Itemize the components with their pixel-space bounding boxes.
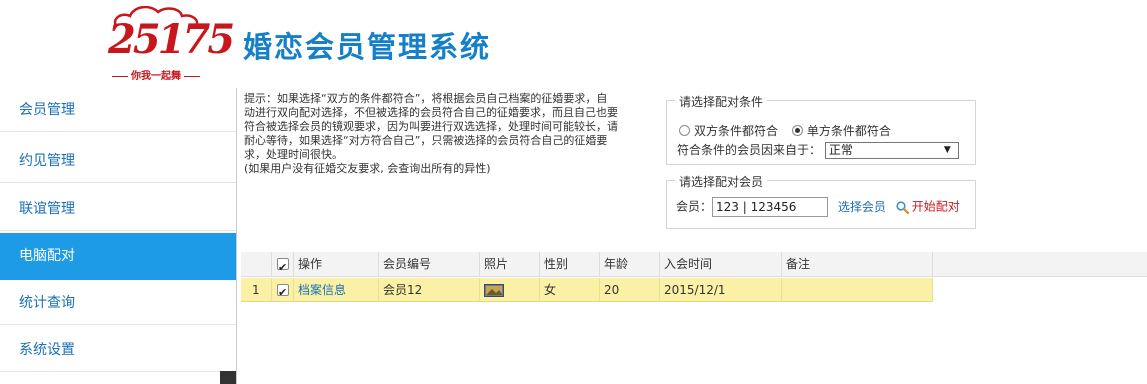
select-member-link[interactable]: 选择会员 [838, 200, 886, 214]
member-label: 会员： [676, 199, 713, 214]
row-index: 1 [252, 283, 260, 297]
row-checkbox[interactable] [277, 281, 289, 305]
member-input[interactable]: 123 | 123456 [712, 197, 829, 217]
member-legend: 请选择配对会员 [675, 173, 768, 190]
sidebar-item-statistics-query[interactable]: 统计查询 [0, 281, 236, 325]
age: 20 [599, 278, 659, 302]
row-action-cell: 档案信息 [293, 278, 378, 302]
source-select-value: 正常 [828, 143, 853, 157]
row-checkbox-cell [271, 278, 293, 305]
search-icon[interactable] [896, 200, 909, 214]
table-header: 操作 会员编号 照片 性别 年龄 入会时间 备注 [241, 252, 1147, 280]
matching-condition-group: 请选择配对条件 双方条件都符合 单方条件都符合 符合条件的会员因来自于： 正常 … [666, 93, 976, 165]
sidebar-item-social-event-management[interactable]: 联谊管理 [0, 187, 236, 231]
column-header: 备注 [781, 252, 933, 277]
member-row: 会员： 123 | 123456 选择会员 开始配对 [676, 197, 960, 217]
sidebar-item-appointment-management[interactable]: 约见管理 [0, 139, 236, 183]
app-title: 婚恋会员管理系统 [243, 30, 492, 64]
tip-line: 提示：如果选择“双方的条件都符合”，将根据会员自己档案的征婚要求，自 [244, 92, 608, 105]
matching-member-group: 请选择配对会员 会员： 123 | 123456 选择会员 开始配对 [666, 173, 976, 229]
row-photo-cell [479, 278, 539, 302]
join-date: 2015/12/1 [659, 278, 781, 302]
sidebar-item-system-settings[interactable]: 系统设置 [0, 328, 236, 372]
column-header: 性别 [539, 252, 599, 277]
radio-both-label[interactable]: 双方条件都符合 [694, 124, 778, 138]
radio-single-label[interactable]: 单方条件都符合 [807, 124, 891, 138]
source-label: 符合条件的会员因来自于： [677, 143, 822, 157]
source-row: 符合条件的会员因来自于： 正常 ▼ [677, 141, 959, 159]
column-header: 入会时间 [659, 252, 781, 277]
member-number: 会员12 [378, 278, 479, 302]
table-row[interactable]: 1 档案信息 会员12 女 20 2015/12/1 [241, 278, 933, 305]
note [781, 278, 933, 302]
profile-info-link[interactable]: 档案信息 [298, 283, 346, 297]
sidebar-item-computer-matching[interactable]: 电脑配对 [0, 233, 236, 280]
condition-legend: 请选择配对条件 [675, 93, 768, 110]
column-header: 年龄 [599, 252, 659, 277]
logo-tagline: 你我一起舞 [100, 67, 212, 82]
sidebar-item-member-management[interactable]: 会员管理 [0, 88, 236, 132]
logo: 25175 你我一起舞 [100, 6, 235, 86]
sidebar: 会员管理 约见管理 联谊管理 电脑配对 统计查询 系统设置 [0, 88, 237, 384]
column-header: 操作 [293, 252, 378, 277]
app-header: 25175 你我一起舞 婚恋会员管理系统 [0, 0, 1147, 88]
tip-note: (如果用户没有征婚交友要求, 会查询出所有的异性) [244, 162, 491, 175]
sidebar-scroll-handle[interactable] [220, 371, 236, 384]
column-header: 照片 [479, 252, 539, 277]
dropdown-arrow-icon: ▼ [943, 145, 951, 155]
select-all-checkbox[interactable] [277, 255, 289, 280]
tip-line: 耐心等待，如果选择“对方符合自己”，只需被选择的会员符合自己的征婚要 [244, 134, 608, 147]
condition-radio-row: 双方条件都符合 单方条件都符合 [679, 122, 891, 139]
radio-single-condition[interactable] [791, 125, 803, 136]
tip-line: 动进行双向配对选择，不但被选择的会员符合自己的征婚要求，而且自己也要 [244, 106, 618, 119]
column-header: 会员编号 [378, 252, 479, 277]
start-matching-link[interactable]: 开始配对 [912, 200, 960, 214]
photo-thumbnail-icon[interactable] [484, 284, 504, 297]
source-select[interactable]: 正常 ▼ [824, 142, 959, 159]
select-all-cell [271, 252, 293, 280]
tip-line: 求，处理时间很快。 [244, 148, 343, 161]
logo-number: 25175 [108, 16, 235, 63]
gender: 女 [539, 278, 599, 302]
tip-line: 符合被选择会员的镜观要求，因为叫要进行双选选择，处理时间可能较长，请 [244, 120, 618, 133]
matching-tip: 提示：如果选择“双方的条件都符合”，将根据会员自己档案的征婚要求，自 动进行双向… [244, 92, 658, 176]
radio-both-conditions[interactable] [679, 125, 690, 136]
